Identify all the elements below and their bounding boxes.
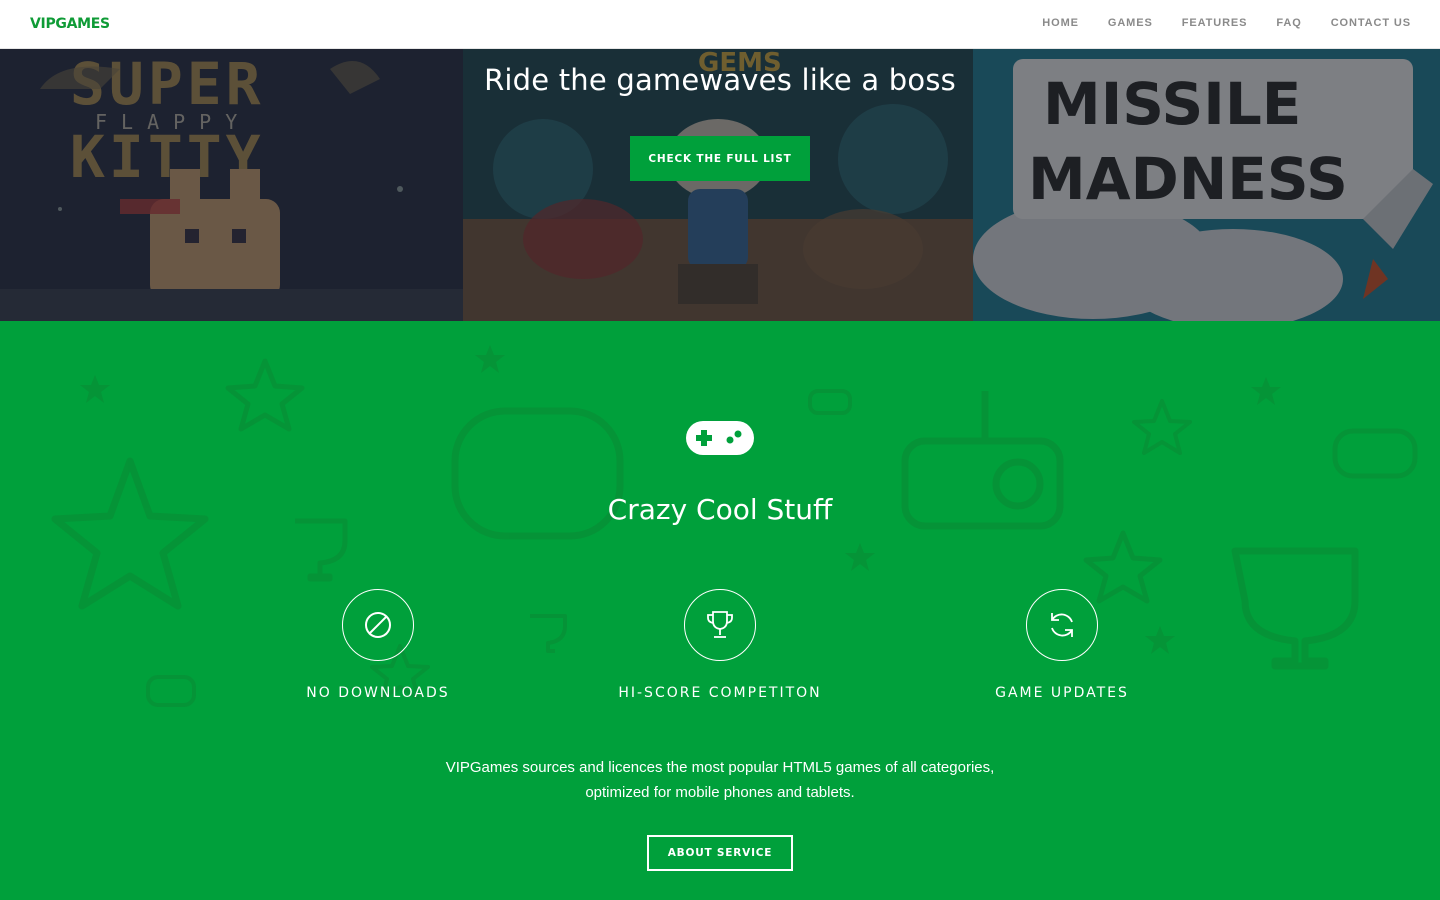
feature-circle [684,589,756,661]
hero-title: Ride the gamewaves like a boss [484,63,956,97]
refresh-icon [1051,613,1073,637]
nav-link-home[interactable]: HOME [1042,17,1079,29]
nav-link-faq[interactable]: FAQ [1276,17,1301,29]
nav-link-contact[interactable]: CONTACT US [1331,17,1411,29]
description-line: VIPGames sources and licences the most p… [445,759,995,776]
about-service-button[interactable]: ABOUT SERVICE [647,835,793,871]
no-download-icon [365,612,391,638]
feature-label: HI-SCORE COMPETITON [618,685,822,701]
gamepad-icon [686,421,754,455]
feature-no-downloads: NO DOWNLOADS [228,589,528,701]
feature-label: GAME UPDATES [995,685,1129,701]
service-description: VIPGames sources and licences the most p… [370,755,1070,805]
trophy-icon [707,611,733,638]
check-full-list-button[interactable]: CHECK THE FULL LIST [630,136,810,181]
feature-hi-score: HI-SCORE COMPETITON [570,589,870,701]
feature-circle [1026,589,1098,661]
top-navbar: VIPGAMES HOME GAMES FEATURES FAQ CONTACT… [0,0,1440,49]
feature-label: NO DOWNLOADS [306,685,450,701]
hero-banner: SUPER FLAPPY KITTY GEMS [0,49,1440,321]
nav-link-features[interactable]: FEATURES [1182,17,1248,29]
feature-circle [342,589,414,661]
description-line: optimized for mobile phones and tablets. [585,784,855,801]
nav-menu: HOME GAMES FEATURES FAQ CONTACT US [1013,17,1411,29]
section-title: Crazy Cool Stuff [607,493,833,526]
feature-game-updates: GAME UPDATES [912,589,1212,701]
brand-logo[interactable]: VIPGAMES [30,16,110,32]
features-section: Crazy Cool Stuff NO DOWNLOADS HI-SCORE C… [0,321,1440,900]
nav-link-games[interactable]: GAMES [1108,17,1153,29]
